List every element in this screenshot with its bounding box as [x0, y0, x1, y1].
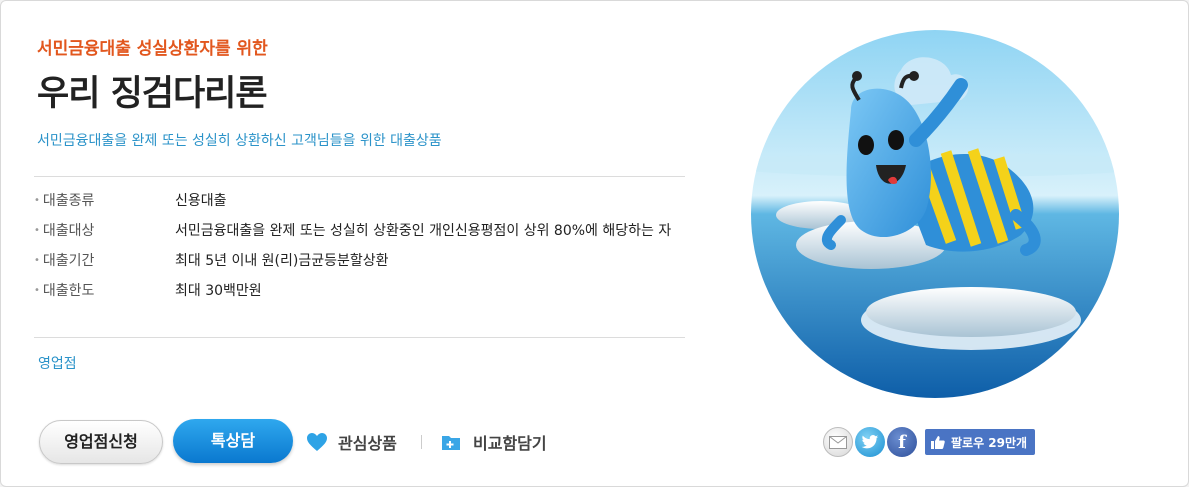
product-description: 서민금융대출을 완제 또는 성실히 상환하신 고객님들을 위한 대출상품 — [37, 133, 442, 149]
facebook-icon[interactable]: f — [887, 427, 917, 457]
product-title: 우리 징검다리론 — [37, 74, 268, 114]
heart-icon — [307, 433, 327, 451]
facebook-follow-button[interactable]: 팔로우 29만개 — [925, 429, 1036, 455]
compare-button[interactable]: 비교함담기 — [441, 430, 547, 454]
spec-row-type: 대출종류 신용대출 — [34, 186, 685, 216]
follow-label: 팔로우 29만개 — [951, 435, 1028, 450]
spec-key: 대출종류 — [34, 186, 174, 218]
spec-value: 최대 30백만원 — [175, 283, 262, 299]
spec-key: 대출대상 — [34, 216, 174, 248]
spec-row-limit: 대출한도 최대 30백만원 — [34, 276, 685, 306]
spec-row-target: 대출대상 서민금융대출을 완제 또는 성실히 상환중인 개인신용평점이 상위 8… — [34, 216, 685, 246]
favorite-button[interactable]: 관심상품 — [306, 430, 397, 454]
product-card: 서민금융대출 성실상환자를 위한 우리 징검다리론 서민금융대출을 완제 또는 … — [0, 0, 1189, 487]
product-subtitle: 서민금융대출 성실상환자를 위한 — [37, 39, 268, 59]
compare-label: 비교함담기 — [473, 434, 547, 453]
hero-illustration — [751, 30, 1119, 398]
separator — [421, 435, 422, 449]
spec-key: 대출기간 — [34, 246, 174, 278]
talk-consult-button[interactable]: 톡상담 — [173, 419, 293, 463]
spec-key: 대출한도 — [34, 276, 174, 308]
spec-value: 서민금융대출을 완제 또는 성실히 상환중인 개인신용평점이 상위 80%에 해… — [175, 223, 672, 239]
folder-plus-icon — [442, 436, 460, 450]
favorite-label: 관심상품 — [338, 434, 397, 453]
spec-list: 대출종류 신용대출 대출대상 서민금융대출을 완제 또는 성실히 상환중인 개인… — [34, 186, 685, 306]
divider — [34, 337, 685, 338]
mail-icon[interactable] — [823, 427, 853, 457]
spec-value: 최대 5년 이내 원(리)금균등분할상환 — [175, 253, 389, 269]
divider — [34, 176, 685, 177]
share-bar: f 팔로우 29만개 — [823, 427, 1036, 457]
spec-row-period: 대출기간 최대 5년 이내 원(리)금균등분할상환 — [34, 246, 685, 276]
branch-link[interactable]: 영업점 — [38, 353, 77, 373]
branch-apply-button[interactable]: 영업점신청 — [39, 420, 163, 464]
thumbs-up-icon — [931, 436, 945, 449]
spec-value: 신용대출 — [175, 193, 227, 209]
twitter-icon[interactable] — [855, 427, 885, 457]
